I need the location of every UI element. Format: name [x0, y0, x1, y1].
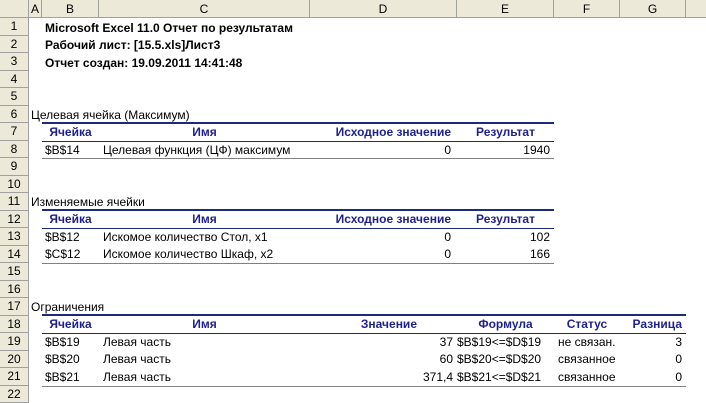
row-header-6[interactable]: 6: [0, 105, 29, 123]
constraints-row-2-status: связанное: [558, 352, 616, 366]
row-header-12[interactable]: 12: [0, 210, 29, 228]
constraints-row-2-value: 60: [439, 352, 453, 366]
col-header-f[interactable]: F: [554, 0, 620, 18]
target-header-cell: Ячейка: [49, 125, 92, 139]
row-header-5[interactable]: 5: [0, 88, 29, 106]
row-header-19[interactable]: 19: [0, 333, 29, 351]
variables-row-2-initial: 0: [444, 247, 451, 261]
row-header-18[interactable]: 18: [0, 315, 29, 333]
col-header-b[interactable]: B: [42, 0, 99, 18]
constraints-row-3-name: Левая часть: [103, 370, 171, 384]
constraints-row-3-diff: 0: [675, 370, 682, 384]
row-header-1[interactable]: 1: [0, 18, 29, 36]
row-header-3[interactable]: 3: [0, 53, 29, 71]
select-all-corner[interactable]: [0, 0, 29, 18]
constraints-row-2-formula: $B$20<=$D$20: [457, 352, 542, 366]
row-header-4[interactable]: 4: [0, 70, 29, 88]
row-header-15[interactable]: 15: [0, 263, 29, 281]
variables-row-2-name: Искомое количество Шкаф, х2: [103, 247, 274, 261]
col-header-extra: [686, 0, 706, 18]
constraints-row-3-status: связанное: [558, 370, 616, 384]
constraints-header-value: Значение: [360, 317, 417, 331]
constraints-header-name: Имя: [192, 317, 217, 331]
row-header-7[interactable]: 7: [0, 123, 29, 141]
row-header-11[interactable]: 11: [0, 193, 29, 211]
row-header-22[interactable]: 22: [0, 385, 29, 403]
target-header-result: Результат: [476, 125, 535, 139]
constraints-row-3-cell: $B$21: [45, 370, 80, 384]
row-header-14[interactable]: 14: [0, 245, 29, 263]
constraints-row-3-formula: $B$21<=$D$21: [457, 370, 542, 384]
constraints-header-formula: Формула: [478, 317, 533, 331]
variables-header-result: Результат: [476, 212, 535, 226]
target-header-name: Имя: [192, 125, 217, 139]
row-header-10[interactable]: 10: [0, 175, 29, 193]
variables-bottom-rule: [42, 263, 554, 264]
constraints-row-2-diff: 0: [675, 352, 682, 366]
row-header-9[interactable]: 9: [0, 158, 29, 176]
variables-header-cell: Ячейка: [49, 212, 92, 226]
col-header-c[interactable]: C: [99, 0, 310, 18]
constraints-bottom-rule: [42, 386, 686, 387]
variables-row-2-cell: $C$12: [45, 247, 81, 261]
constraints-header-status: Статус: [566, 317, 608, 331]
constraints-header-cell: Ячейка: [49, 317, 92, 331]
row-header-2[interactable]: 2: [0, 35, 29, 53]
row-header-17[interactable]: 17: [0, 298, 29, 316]
constraints-header-diff: Разница: [632, 317, 682, 331]
row-header-20[interactable]: 20: [0, 350, 29, 368]
report-created: Отчет создан: 19.09.2011 14:41:48: [45, 56, 243, 70]
constraints-row-2-cell: $B$20: [45, 352, 80, 366]
constraints-row-2-name: Левая часть: [103, 352, 171, 366]
row-header-21[interactable]: 21: [0, 368, 29, 386]
variables-row-2-result: 166: [529, 247, 550, 261]
variables-header-name: Имя: [192, 212, 217, 226]
col-header-d[interactable]: D: [310, 0, 457, 18]
row-header-8[interactable]: 8: [0, 140, 29, 158]
report-worksheet: Рабочий лист: [15.5.xls]Лист3: [45, 38, 221, 52]
col-header-g[interactable]: G: [620, 0, 686, 18]
target-bottom-rule: [42, 158, 554, 159]
row-header-13[interactable]: 13: [0, 228, 29, 246]
col-header-e[interactable]: E: [457, 0, 554, 18]
constraints-row-3-value: 371,4: [422, 370, 453, 384]
target-header-initial: Исходное значение: [335, 125, 451, 139]
col-header-a[interactable]: A: [29, 0, 42, 18]
row-header-16[interactable]: 16: [0, 280, 29, 298]
variables-header-initial: Исходное значение: [335, 212, 451, 226]
